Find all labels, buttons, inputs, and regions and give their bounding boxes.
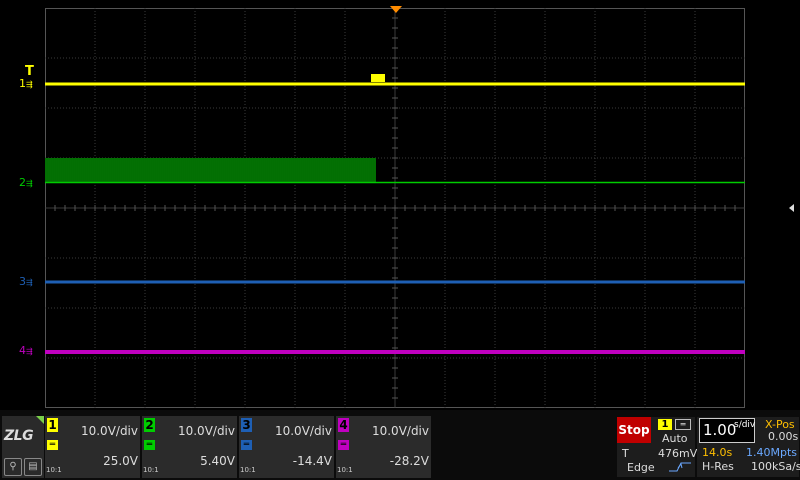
ch3-marker[interactable]: 3⇶ xyxy=(19,276,33,289)
trigger-coupling-icon: ═ xyxy=(675,419,691,430)
channel-4-panel[interactable]: 4 ═ 10:1 10.0V/div -28.2V xyxy=(336,416,431,478)
run-stop-button[interactable]: Stop xyxy=(617,417,651,443)
ch2-marker[interactable]: 2⇶ xyxy=(19,177,33,190)
channel-4-offset[interactable]: -28.2V xyxy=(390,454,429,468)
timebase-value[interactable]: 1.00 xyxy=(703,421,736,439)
measure-icon[interactable]: ▤ xyxy=(24,458,42,476)
dc-coupling-icon: ═ xyxy=(47,440,58,450)
channel-4-probe: 10:1 xyxy=(337,466,353,474)
memory-depth[interactable]: 1.40Mpts xyxy=(746,446,797,459)
dc-coupling-icon: ═ xyxy=(338,440,349,450)
ch1-marker[interactable]: 1⇶ xyxy=(19,78,33,91)
channel-2-panel[interactable]: 2 ═ 10:1 10.0V/div 5.40V xyxy=(142,416,237,478)
channel-2-offset[interactable]: 5.40V xyxy=(200,454,235,468)
trigger-source[interactable]: 1 xyxy=(658,419,672,430)
ch2-activity-block xyxy=(45,158,376,182)
channel-2-tag: 2 ═ 10:1 xyxy=(142,416,159,478)
channel-3-offset[interactable]: -14.4V xyxy=(293,454,332,468)
timebase-unit: s/div xyxy=(734,420,756,430)
sample-rate: 100kSa/s xyxy=(751,460,800,473)
trigger-level-label: T xyxy=(25,64,34,79)
logo: ZLG xyxy=(4,428,34,444)
waveform-screen[interactable]: T 1⇶ 2⇶ 3⇶ 4⇶ xyxy=(0,0,800,410)
channel-4-number: 4 xyxy=(338,418,349,432)
trigger-level[interactable]: 476mV xyxy=(658,447,697,460)
dc-coupling-icon: ═ xyxy=(144,440,155,450)
channel-3-panel[interactable]: 3 ═ 10:1 10.0V/div -14.4V xyxy=(239,416,334,478)
channel-2-probe: 10:1 xyxy=(143,466,159,474)
channel-3-tag: 3 ═ 10:1 xyxy=(239,416,256,478)
ch4-marker[interactable]: 4⇶ xyxy=(19,345,33,358)
channel-1-number: 1 xyxy=(47,418,58,432)
waveform-grid xyxy=(45,8,745,408)
channel-1-tag: 1 ═ 10:1 xyxy=(45,416,62,478)
channel-1-probe: 10:1 xyxy=(46,466,62,474)
total-time: 14.0s xyxy=(702,446,733,459)
channel-2-scale[interactable]: 10.0V/div xyxy=(178,424,235,438)
channel-3-scale[interactable]: 10.0V/div xyxy=(275,424,332,438)
trigger-level-tag: T xyxy=(622,447,629,460)
zoom-icon[interactable]: ⚲ xyxy=(4,458,22,476)
xpos-value[interactable]: 0.00s xyxy=(768,430,798,443)
trigger-type[interactable]: Edge xyxy=(627,461,655,474)
channel-1-offset[interactable]: 25.0V xyxy=(103,454,138,468)
channel-1-scale[interactable]: 10.0V/div xyxy=(81,424,138,438)
expand-menu-arrow-icon[interactable] xyxy=(789,204,794,212)
trigger-mode[interactable]: Auto xyxy=(662,432,688,445)
channel-3-probe: 10:1 xyxy=(240,466,256,474)
channel-4-scale[interactable]: 10.0V/div xyxy=(372,424,429,438)
trigger-position-marker[interactable] xyxy=(389,5,403,15)
channel-4-tag: 4 ═ 10:1 xyxy=(336,416,353,478)
channel-1-panel[interactable]: 1 ═ 10:1 10.0V/div 25.0V xyxy=(45,416,140,478)
ch1-pulse xyxy=(371,74,385,82)
dc-coupling-icon: ═ xyxy=(241,440,252,450)
channel-3-number: 3 xyxy=(241,418,252,432)
acquisition-mode[interactable]: H-Res xyxy=(702,460,734,473)
logo-corner-icon xyxy=(36,416,44,424)
rising-edge-icon xyxy=(669,462,691,472)
channel-2-number: 2 xyxy=(144,418,155,432)
